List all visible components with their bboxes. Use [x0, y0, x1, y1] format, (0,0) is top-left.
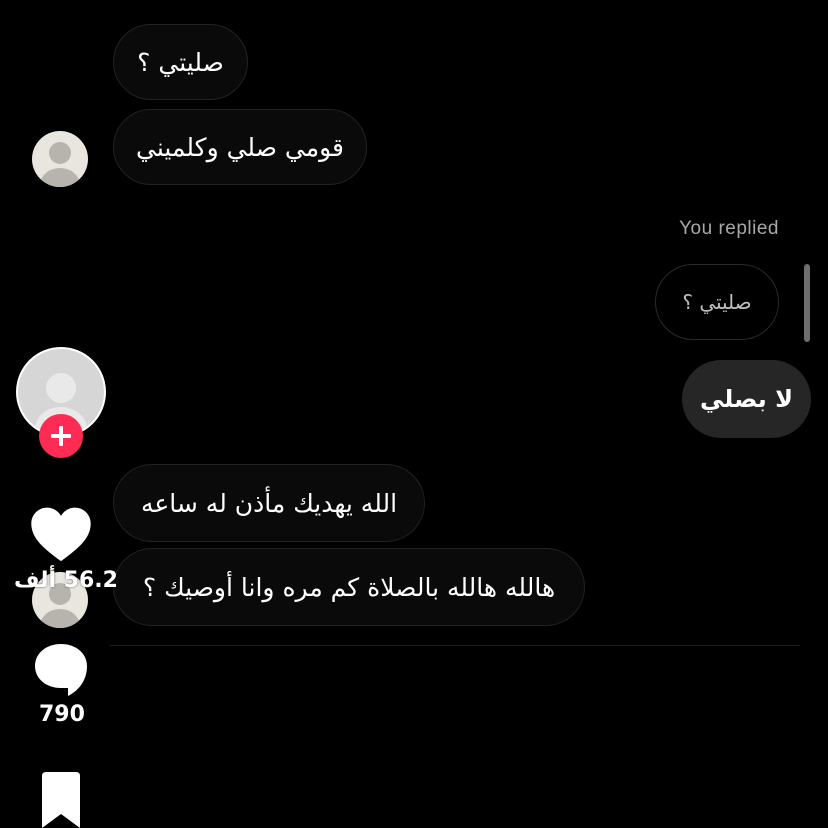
message-bubble[interactable]: هالله هالله بالصلاة كم مره وانا أوصيك ؟ — [113, 548, 585, 626]
follow-button[interactable] — [39, 414, 83, 458]
reply-message-bubble[interactable]: لا بصلي — [682, 360, 811, 438]
message-text: الله يهديك مأذن له ساعه — [140, 488, 398, 518]
quoted-message-text: صليتي ؟ — [682, 290, 752, 314]
message-text: هالله هالله بالصلاة كم مره وانا أوصيك ؟ — [142, 572, 556, 602]
avatar-body-shape — [40, 609, 80, 628]
reply-message-text: لا بصلي — [700, 385, 793, 413]
scrollbar-thumb[interactable] — [804, 264, 810, 342]
message-bubble[interactable]: قومي صلي وكلميني — [113, 109, 367, 185]
sender-avatar[interactable] — [32, 131, 88, 187]
message-bubble[interactable]: الله يهديك مأذن له ساعه — [113, 464, 425, 542]
comment-button[interactable] — [32, 640, 90, 698]
plus-icon — [51, 426, 71, 446]
like-button[interactable] — [30, 505, 92, 563]
divider — [110, 645, 800, 646]
save-button[interactable] — [38, 772, 84, 828]
likes-count: 56.2 ألف — [14, 568, 118, 593]
bookmark-icon — [42, 772, 80, 828]
avatar-head-shape — [49, 142, 71, 164]
replied-label: You replied — [679, 218, 779, 239]
message-bubble[interactable]: صليتي ؟ — [113, 24, 248, 100]
message-text: قومي صلي وكلميني — [136, 132, 344, 162]
heart-icon — [31, 507, 91, 562]
comment-bubble-icon — [35, 644, 87, 696]
avatar-head-shape — [46, 373, 76, 403]
quoted-message-bubble[interactable]: صليتي ؟ — [655, 264, 779, 340]
message-text: صليتي ؟ — [137, 47, 224, 77]
avatar-body-shape — [40, 168, 80, 187]
comments-count: 790 — [39, 702, 85, 727]
